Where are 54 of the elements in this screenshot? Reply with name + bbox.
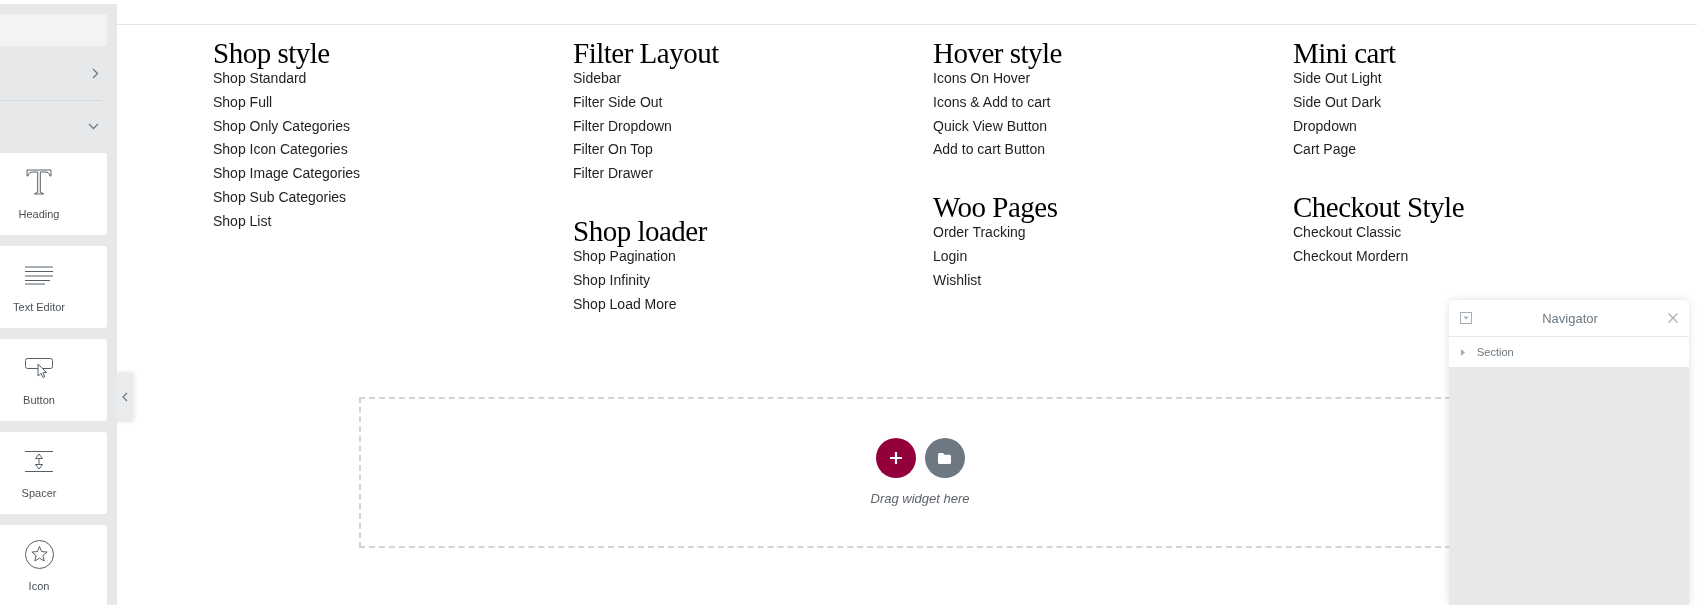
- menu-heading: Hover style: [933, 39, 1062, 67]
- menu-heading: Woo Pages: [933, 193, 1058, 222]
- panel-collapse-handle[interactable]: [116, 372, 133, 422]
- menu-link[interactable]: Filter Dropdown: [573, 114, 672, 139]
- navigator-title: Navigator: [1541, 310, 1599, 326]
- menu-link[interactable]: Shop List: [213, 209, 272, 234]
- menu-link[interactable]: Icons & Add to cart: [933, 90, 1051, 115]
- lines-with-arrows-icon: [25, 450, 53, 472]
- folder-icon: [938, 452, 951, 464]
- cursor-button-icon: [25, 358, 53, 378]
- menu-link[interactable]: Checkout Classic: [1293, 221, 1402, 245]
- menu-link[interactable]: Filter Side Out: [573, 90, 663, 115]
- drop-hint: Drag widget here: [870, 491, 970, 508]
- menu-link[interactable]: Shop Infinity: [573, 268, 651, 293]
- menu-link[interactable]: Sidebar: [573, 67, 622, 91]
- widget-card[interactable]: Spacer: [0, 432, 107, 514]
- menu-heading: Filter Layout: [573, 39, 719, 67]
- plus-icon: [889, 452, 902, 465]
- menu-link[interactable]: Shop Only Categories: [213, 114, 350, 139]
- menu-link[interactable]: Add to cart Button: [933, 138, 1046, 163]
- chevron-left-icon: [121, 392, 128, 402]
- tree-item[interactable]: Section: [1449, 337, 1689, 367]
- widget-card[interactable]: Icon: [0, 525, 107, 605]
- menu-heading: Shop loader: [573, 217, 707, 245]
- chevron-down-icon[interactable]: [88, 123, 99, 130]
- widget-card[interactable]: Heading: [0, 153, 107, 235]
- menu-link[interactable]: Cart Page: [1293, 138, 1357, 163]
- add-section-button[interactable]: [875, 438, 916, 479]
- menu-link[interactable]: Checkout Mordern: [1293, 245, 1409, 269]
- menu-link[interactable]: Filter Drawer: [573, 162, 654, 186]
- star-circle-icon: [24, 539, 54, 569]
- menu-link[interactable]: Wishlist: [933, 268, 982, 293]
- menu-heading: Shop style: [213, 39, 330, 67]
- chevron-right-icon[interactable]: [92, 67, 99, 79]
- text-lines-icon: [25, 265, 53, 285]
- menu-link[interactable]: Shop Sub Categories: [213, 186, 347, 210]
- menu-heading: Mini cart: [1293, 39, 1396, 67]
- widget-card[interactable]: Text Editor: [0, 246, 107, 328]
- menu-link[interactable]: Shop Full: [213, 90, 273, 115]
- menu-link[interactable]: Login: [933, 245, 968, 269]
- menu-link[interactable]: Dropdown: [1293, 114, 1357, 139]
- menu-heading: Checkout Style: [1293, 193, 1464, 222]
- menu-link[interactable]: Quick View Button: [933, 114, 1048, 139]
- menu-link[interactable]: Side Out Light: [1293, 67, 1382, 91]
- menu-link[interactable]: Filter On Top: [573, 138, 653, 163]
- template-button[interactable]: [924, 438, 965, 479]
- menu-link[interactable]: Shop Icon Categories: [213, 138, 348, 163]
- close-icon[interactable]: [1668, 313, 1678, 323]
- menu-link[interactable]: Shop Image Categories: [213, 162, 361, 186]
- menu-link[interactable]: Shop Load More: [573, 292, 677, 317]
- menu-link[interactable]: Side Out Dark: [1293, 90, 1381, 115]
- widget-card[interactable]: Button: [0, 339, 107, 421]
- letter-t-icon: [26, 169, 52, 195]
- square-caret-icon[interactable]: [1460, 312, 1472, 324]
